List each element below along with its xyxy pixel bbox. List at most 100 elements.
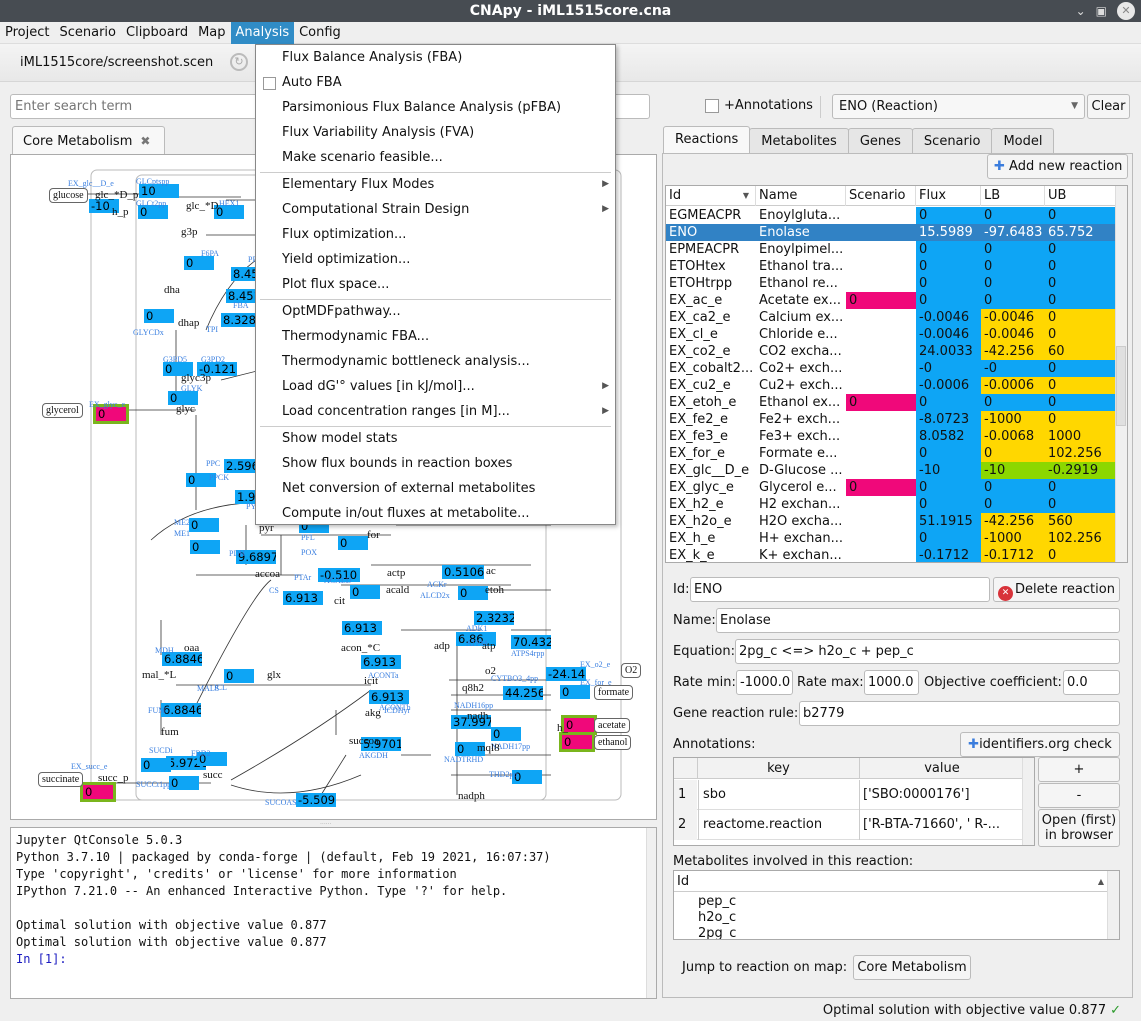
metabolite-cit[interactable]: cit [334,595,345,607]
reaction-box-ex-for-e[interactable]: 0 [560,685,590,699]
reaction-label-g3pd2[interactable]: G3PD2 [201,355,225,364]
delete-reaction-button[interactable]: ✕ Delete reaction [993,577,1120,602]
equation-field[interactable]: 2pg_c <=> h2o_c + pep_c [735,639,1120,664]
menu-item-thermodynamic-fba[interactable]: Thermodynamic FBA... [282,329,429,344]
metabolites-list[interactable]: Id ▲ pep_c h2o_c 2pg_c [673,870,1120,940]
metabolite-formate[interactable]: formate [594,685,634,700]
metabolite-item[interactable]: 2pg_c [698,926,736,939]
metabolite-acald[interactable]: acald [386,584,409,596]
menu-item-parsimonious-flux-balance-analysis-pfba[interactable]: Parsimonious Flux Balance Analysis (pFBA… [282,100,561,115]
table-row[interactable]: EGMEACPR Enoylgluta... 0 0 0 [666,207,1116,224]
reaction-label-frd2[interactable]: FRD2 [191,749,211,758]
table-row[interactable]: EX_cu2_e Cu2+ exch... -0.0006 -0.0006 0 [666,377,1116,394]
column-scenario[interactable]: Scenario [846,186,916,206]
add-annotation-button[interactable]: + [1038,757,1120,782]
metabolite-succ-p[interactable]: succ_p [98,772,129,784]
metabolite-atp[interactable]: atp [482,640,495,652]
table-row[interactable]: ENO Enolase 15.5989 -97.6483 65.752 [666,224,1116,241]
table-row[interactable]: EX_ca2_e Calcium ex... -0.0046 -0.0046 0 [666,309,1116,326]
reaction-label-nadtrhd[interactable]: NADTRHD [444,755,483,764]
reaction-label-ex-glc--d-e[interactable]: EX_glc__D_e [68,179,114,188]
table-row[interactable]: EX_co2_e CO2 excha... 24.0033 -42.256 60 [666,343,1116,360]
metabolite-glc-d[interactable]: glc_*D [186,200,218,212]
reaction-box-nadh17pp[interactable]: 0 [491,727,521,741]
metabolite-item[interactable]: pep_c [698,894,736,909]
selection-dropdown[interactable]: ENO (Reaction) ▼ [832,94,1085,119]
table-row[interactable]: ETOHtrpp Ethanol re... 0 0 0 [666,275,1116,292]
reaction-label-me1[interactable]: ME1 [174,529,190,538]
annotation-key[interactable]: sbo [698,780,860,810]
metabolite-glucose[interactable]: glucose [49,188,88,203]
reaction-box-glcptspp[interactable]: 10 [139,184,179,198]
reaction-box-pox[interactable]: 0 [338,536,368,550]
reaction-box-me2[interactable]: 0 [189,518,219,532]
splitter-handle[interactable]: ······ [320,821,340,828]
close-tab-icon[interactable]: ✖ [140,134,150,148]
menu-item-make-scenario-feasible[interactable]: Make scenario feasible... [282,150,443,165]
reaction-label-ex-o2-e[interactable]: EX_o2_e [580,660,610,669]
reaction-box-ackr[interactable]: 0.5106 [442,565,484,579]
reaction-box-atps4rpp[interactable]: 70.432 [511,635,551,649]
metabolite-dhap[interactable]: dhap [178,317,199,329]
reaction-label-cs[interactable]: CS [269,586,279,595]
table-row[interactable]: EX_ac_e Acetate ex... 0 0 0 0 [666,292,1116,309]
reaction-label-fum[interactable]: FUM [148,706,165,715]
metabolite-etoh[interactable]: etoh [485,584,504,596]
rate-max-field[interactable]: 1000.0 [864,670,919,695]
annotations-checkbox[interactable] [705,99,719,113]
menu-scenario[interactable]: Scenario [54,22,121,44]
metabolite-succ[interactable]: succ [203,769,223,781]
annotation-value[interactable]: ['R-BTA-71660', ' R-... [861,810,1024,840]
metabolite-mal-l[interactable]: mal_*L [142,669,176,681]
menu-map[interactable]: Map [193,22,230,44]
table-row[interactable]: EX_k_e K+ exchan... -0.1712 -0.1712 0 [666,547,1116,562]
reaction-box-ex-glyc-e[interactable]: 0 [93,404,129,424]
metabolite-akg[interactable]: akg [365,707,381,719]
reaction-label-me2[interactable]: ME2 [174,518,190,527]
table-row[interactable]: EX_cobalt2... Co2+ exch... -0 -0 0 [666,360,1116,377]
gpr-field[interactable]: b2779 [799,701,1120,726]
metabolite-glycerol[interactable]: glycerol [42,403,83,418]
reaction-box-ex-ac-e[interactable]: 0 [561,715,597,735]
reaction-label-tpi[interactable]: TPI [206,325,218,334]
annotation-row[interactable]: 1 sbo ['SBO:0000176'] [674,780,1024,810]
reaction-label-ex-glyc-e[interactable]: EX_glyc_e [89,400,125,409]
id-field[interactable]: ENO [690,577,990,602]
reaction-label-ackr[interactable]: ACKr [427,580,447,589]
metabolite-glc-d-p[interactable]: glc_*D_p [95,189,138,201]
table-row[interactable]: EX_glyc_e Glycerol e... 0 0 0 0 [666,479,1116,496]
menu-item-optmdfpathway[interactable]: OptMDFpathway... [282,304,401,319]
jump-to-map-button[interactable]: Core Metabolism [853,955,971,980]
menu-item-flux-balance-analysis-fba[interactable]: Flux Balance Analysis (FBA) [282,50,462,65]
reaction-label-nadh16pp[interactable]: NADH16pp [454,701,493,710]
reaction-label-alcd2x[interactable]: ALCD2x [420,591,450,600]
reaction-label-f6pa[interactable]: F6PA [201,249,219,258]
metabolite-acetate[interactable]: acetate [594,718,630,733]
python-console[interactable]: Jupyter QtConsole 5.0.3 Python 3.7.10 | p… [10,827,657,999]
menu-item-plot-flux-space[interactable]: Plot flux space... [282,277,389,292]
reaction-label-pfl[interactable]: PFL [301,533,315,542]
metabolite-glyc3p[interactable]: glyc3p [181,372,211,384]
reaction-label-glycdx[interactable]: GLYCDx [133,328,164,337]
table-row[interactable]: EX_etoh_e Ethanol ex... 0 0 0 0 [666,394,1116,411]
menu-item-show-flux-bounds-in-reaction-boxes[interactable]: Show flux bounds in reaction boxes [282,456,512,471]
menu-item-elementary-flux-modes[interactable]: Elementary Flux Modes [282,177,434,192]
metabolite-mql8[interactable]: mql8 [477,742,500,754]
reaction-box-cs[interactable]: 6.913 [283,591,323,605]
menu-item-net-conversion-of-external-metabolites[interactable]: Net conversion of external metabolites [282,481,535,496]
metabolite-actp[interactable]: actp [387,567,405,579]
scrollbar-thumb[interactable] [1116,346,1126,426]
menu-item-compute-in-out-fluxes-at-metabolite[interactable]: Compute in/out fluxes at metabolite... [282,506,530,521]
metabolite-nadh[interactable]: nadh [467,710,488,722]
column-name[interactable]: Name [756,186,846,206]
reaction-box-alcd2x[interactable]: 0 [458,586,488,600]
metabolite-for[interactable]: for [367,529,380,541]
metabolite-nadph[interactable]: nadph [458,790,485,802]
reaction-label-glyk[interactable]: GLYK [181,384,202,393]
metabolite-o2[interactable]: o2 [485,665,496,677]
tab-metabolites[interactable]: Metabolites [749,128,849,155]
reaction-label-fba[interactable]: FBA [233,301,249,310]
reaction-box-icl[interactable]: 0 [224,669,254,683]
menu-item-load-concentration-ranges-in-m[interactable]: Load concentration ranges [in M]... [282,404,510,419]
name-field[interactable]: Enolase [716,608,1120,633]
